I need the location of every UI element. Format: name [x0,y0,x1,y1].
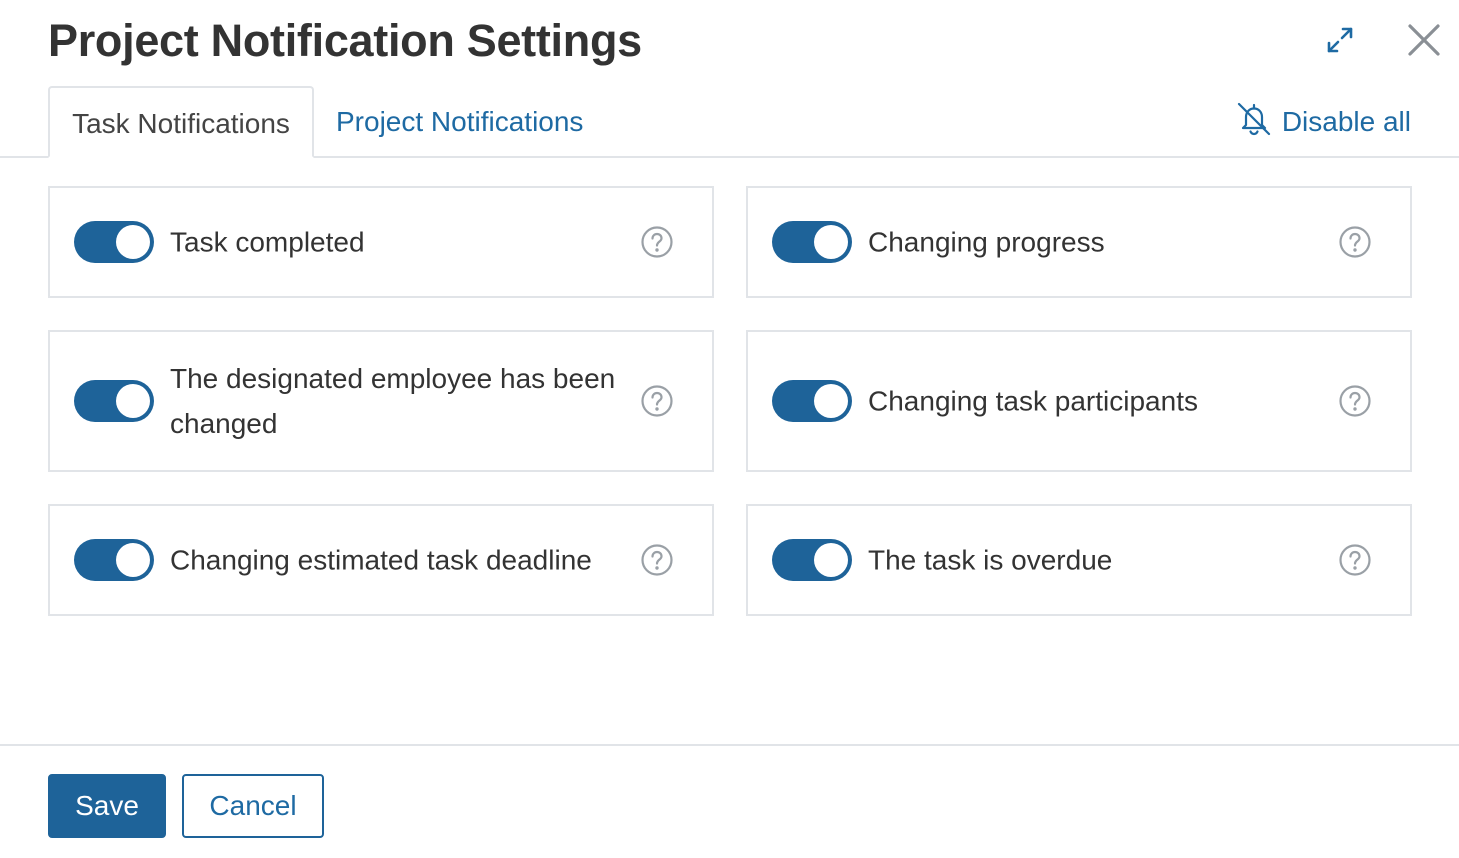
setting-card-task-overdue: The task is overdue [746,504,1412,616]
help-icon[interactable] [1338,543,1372,577]
tab-project-notifications[interactable]: Project Notifications [336,86,583,158]
setting-label: Changing task participants [868,385,1198,417]
cancel-button[interactable]: Cancel [182,774,324,838]
toggle-knob [814,225,848,259]
setting-card-designated-employee-changed: The designated employee has been changed [48,330,714,472]
help-icon[interactable] [640,384,674,418]
toggle-switch[interactable] [772,380,852,422]
toggle-knob [116,225,150,259]
help-icon[interactable] [1338,384,1372,418]
help-icon[interactable] [640,225,674,259]
setting-label: Task completed [170,226,365,258]
disable-all-button[interactable]: Disable all [1234,100,1411,144]
setting-label: Changing estimated task deadline [170,544,592,576]
toggle-switch[interactable] [772,221,852,263]
close-icon[interactable] [1400,16,1448,64]
setting-card-changing-task-participants: Changing task participants [746,330,1412,472]
setting-card-changing-progress: Changing progress [746,186,1412,298]
setting-card-changing-estimated-deadline: Changing estimated task deadline [48,504,714,616]
toggle-knob [116,384,150,418]
setting-label: The task is overdue [868,544,1113,576]
bell-off-icon [1234,99,1274,146]
disable-all-label: Disable all [1281,106,1411,137]
toggle-switch[interactable] [74,539,154,581]
setting-label: The designated employee has been changed [170,363,616,439]
toggle-knob [814,543,848,577]
tab-task-notifications[interactable]: Task Notifications [48,86,314,158]
toggle-knob [116,543,150,577]
dialog-title: Project Notification Settings [48,15,642,66]
save-button[interactable]: Save [48,774,166,838]
toggle-switch[interactable] [74,221,154,263]
toggle-switch[interactable] [772,539,852,581]
setting-label: Changing progress [868,226,1105,258]
toggle-switch[interactable] [74,380,154,422]
help-icon[interactable] [1338,225,1372,259]
toggle-knob [814,384,848,418]
footer-divider [0,744,1459,746]
help-icon[interactable] [640,543,674,577]
expand-icon[interactable] [1320,20,1360,60]
setting-card-task-completed: Task completed [48,186,714,298]
